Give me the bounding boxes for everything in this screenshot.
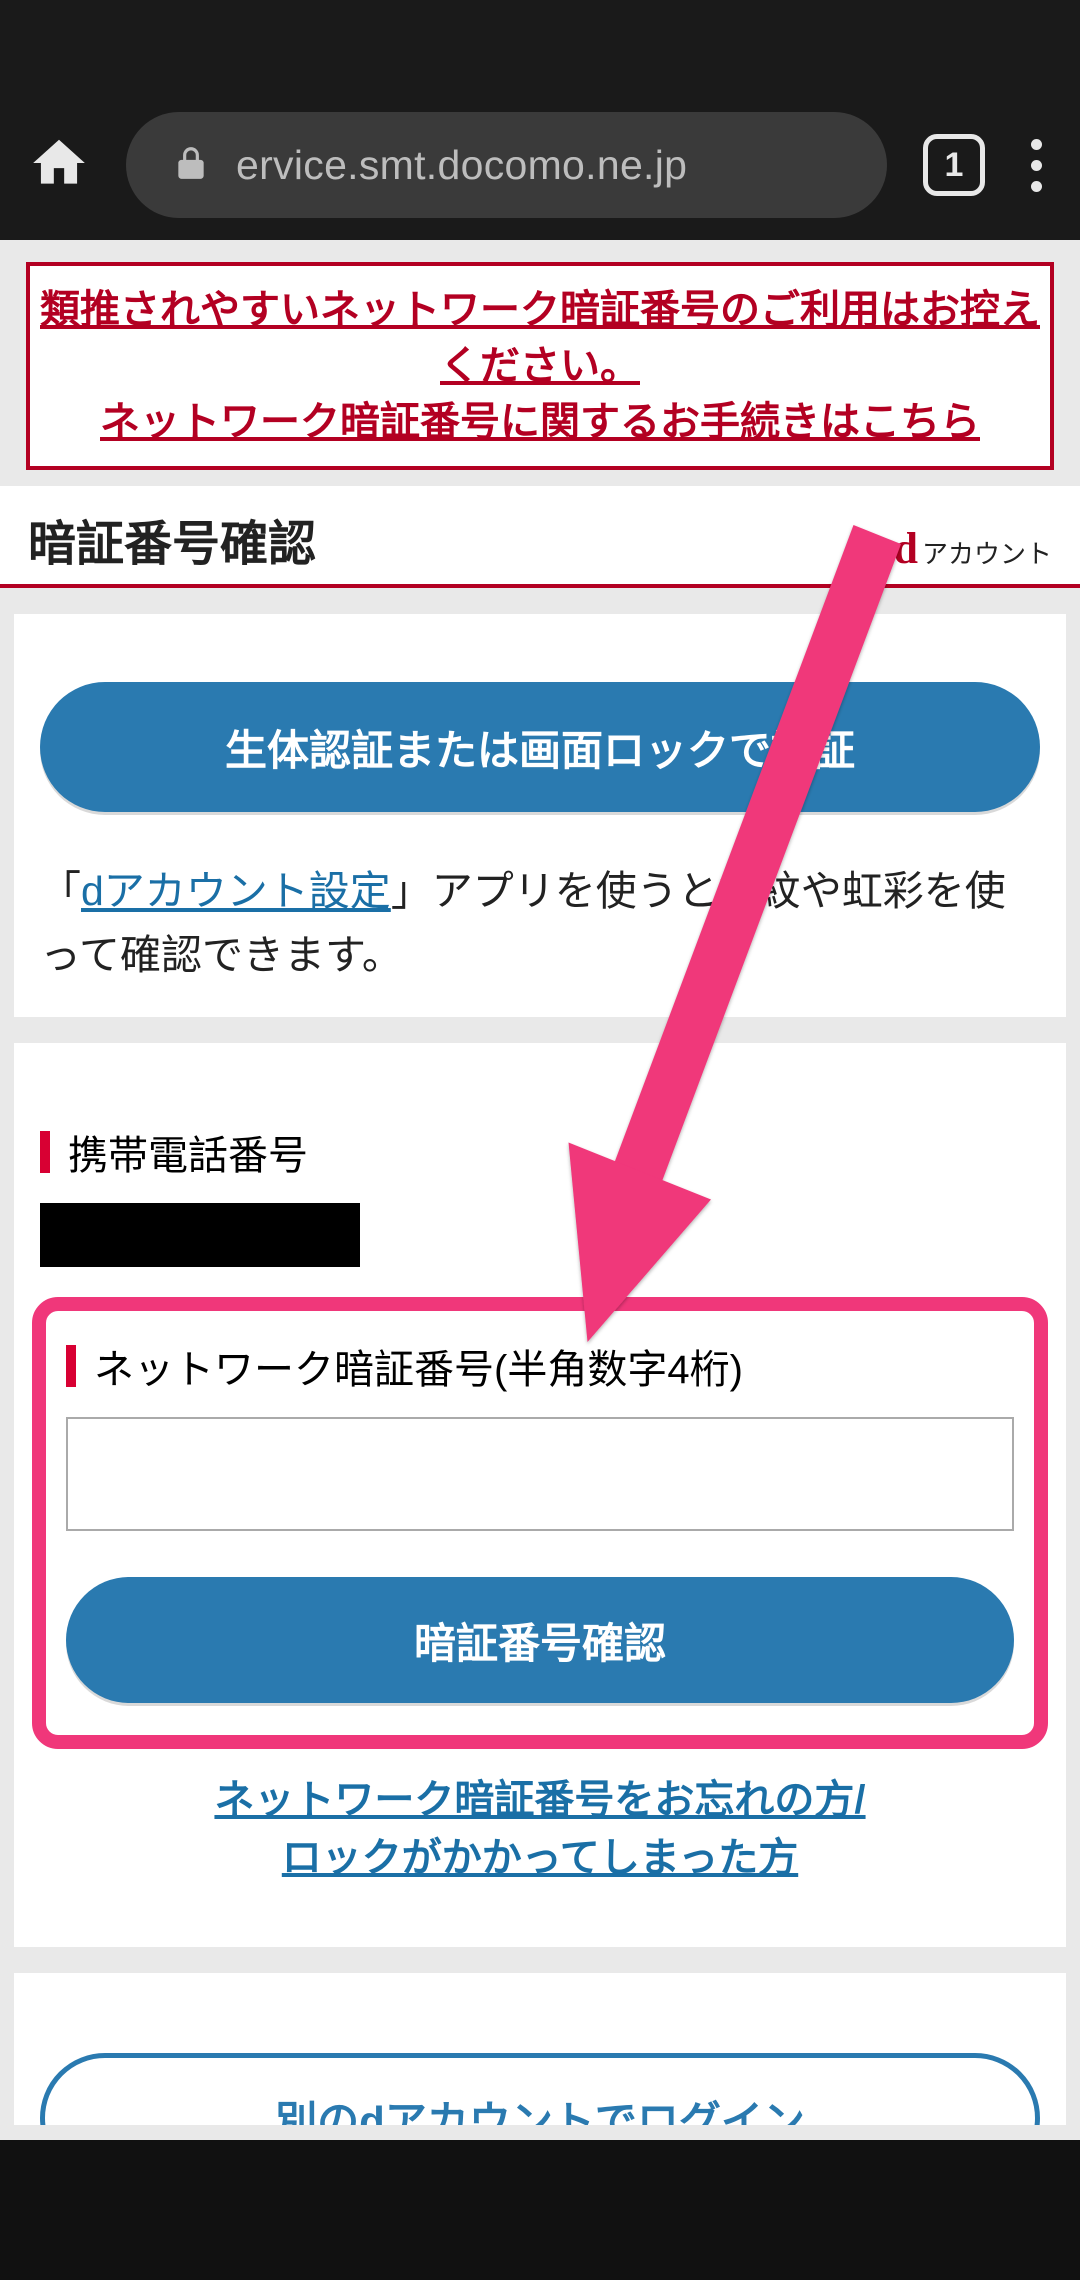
biometric-auth-button[interactable]: 生体認証または画面ロックで認証 [40,682,1040,812]
phone-number-label: 携帯電話番号 [40,1123,1040,1181]
alt-login-card: 別のdアカウントでログイン [14,1973,1066,2125]
status-bar [0,0,1080,90]
page-content: 類推されやすいネットワーク暗証番号のご利用はお控えください。 ネットワーク暗証番… [0,240,1080,2140]
tab-count: 1 [945,146,964,185]
pin-card: 携帯電話番号 ネットワーク暗証番号(半角数字4桁) 暗証番号確認 ネットワーク暗… [14,1043,1066,1947]
warning-line-1: 類推されやすいネットワーク暗証番号のご利用はお控えください。 [40,282,1040,394]
confirm-pin-button[interactable]: 暗証番号確認 [66,1577,1014,1703]
network-pin-input[interactable] [66,1417,1014,1531]
page-header: 暗証番号確認 dアカウント [0,486,1080,588]
system-nav-bar [0,2140,1080,2280]
warning-banner[interactable]: 類推されやすいネットワーク暗証番号のご利用はお控えください。 ネットワーク暗証番… [26,262,1054,470]
alt-d-account-login-button[interactable]: 別のdアカウントでログイン [40,2053,1040,2125]
page-title: 暗証番号確認 [28,504,316,574]
browser-toolbar: ervice.smt.docomo.ne.jp 1 [0,90,1080,240]
pin-label: ネットワーク暗証番号(半角数字4桁) [66,1337,1014,1395]
lock-icon [172,144,210,187]
phone-number-value-redacted [40,1203,360,1267]
biometric-card: 生体認証または画面ロックで認証 「dアカウント設定」アプリを使うと指紋や虹彩を使… [14,614,1066,1017]
warning-line-2: ネットワーク暗証番号に関するお手続きはこちら [40,394,1040,450]
annotation-highlight-box: ネットワーク暗証番号(半角数字4桁) 暗証番号確認 [32,1297,1048,1749]
url-text: ervice.smt.docomo.ne.jp [236,142,687,189]
forgot-pin-links: ネットワーク暗証番号をお忘れの方/ ロックがかかってしまった方 [40,1771,1040,1887]
url-bar[interactable]: ervice.smt.docomo.ne.jp [126,112,887,218]
home-icon[interactable] [28,132,90,199]
tab-switcher[interactable]: 1 [923,134,985,196]
d-account-logo: dアカウント [894,523,1053,574]
biometric-help-text: 「dアカウント設定」アプリを使うと指紋や虹彩を使って確認できます。 [40,860,1040,987]
forgot-pin-link[interactable]: ネットワーク暗証番号をお忘れの方/ ロックがかかってしまった方 [214,1778,865,1880]
overflow-menu-icon[interactable] [1021,139,1052,192]
d-account-settings-link[interactable]: dアカウント設定 [81,868,391,914]
